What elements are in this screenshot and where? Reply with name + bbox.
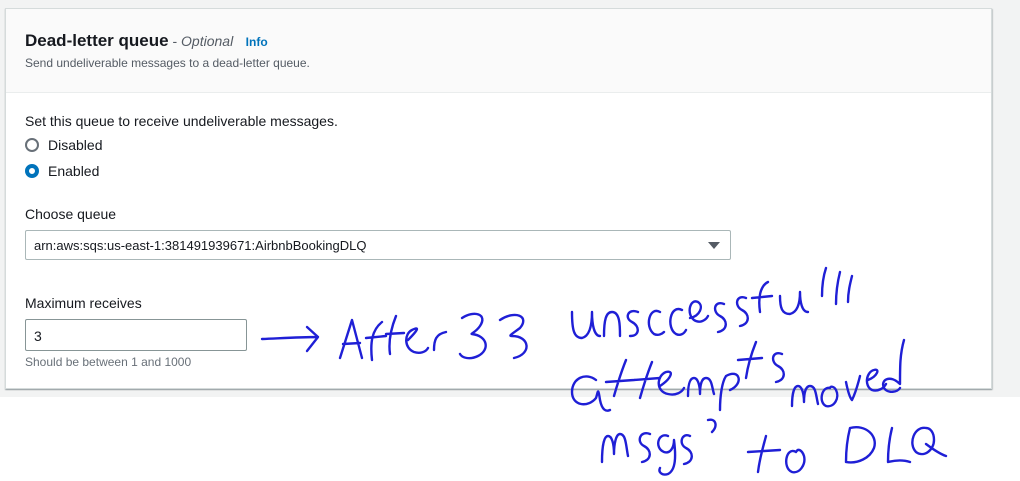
choose-queue-select[interactable]: arn:aws:sqs:us-east-1:381491939671:Airbn… [25,230,731,260]
annotation-word-dlq [844,426,948,464]
choose-queue-value: arn:aws:sqs:us-east-1:381491939671:Airbn… [34,238,367,253]
max-receives-value: 3 [34,328,42,344]
max-receives-hint: Should be between 1 and 1000 [25,355,192,369]
dead-letter-queue-panel: Dead-letter queue - Optional Info Send u… [5,8,992,389]
set-queue-label: Set this queue to receive undeliverable … [25,113,338,129]
annotation-word-to [746,434,806,474]
title-separator: - [168,33,182,49]
max-receives-input[interactable]: 3 [25,319,247,351]
max-receives-label: Maximum receives [25,295,142,311]
panel-description: Send undeliverable messages to a dead-le… [25,56,310,70]
radio-disabled-circle[interactable] [25,138,39,152]
annotation-word-msgs [600,418,717,476]
panel-title-row: Dead-letter queue - Optional Info [25,31,268,51]
radio-enabled[interactable]: Enabled [25,161,99,181]
info-link[interactable]: Info [246,35,268,49]
choose-queue-label: Choose queue [25,206,117,222]
radio-disabled-label: Disabled [48,137,103,153]
radio-enabled-circle[interactable] [25,164,39,178]
radio-enabled-label: Enabled [48,163,100,179]
radio-disabled[interactable]: Disabled [25,135,102,155]
optional-label: Optional [181,33,234,49]
caret-down-icon [708,242,720,249]
panel-header: Dead-letter queue - Optional Info Send u… [6,9,991,93]
panel-title: Dead-letter queue [25,31,169,50]
